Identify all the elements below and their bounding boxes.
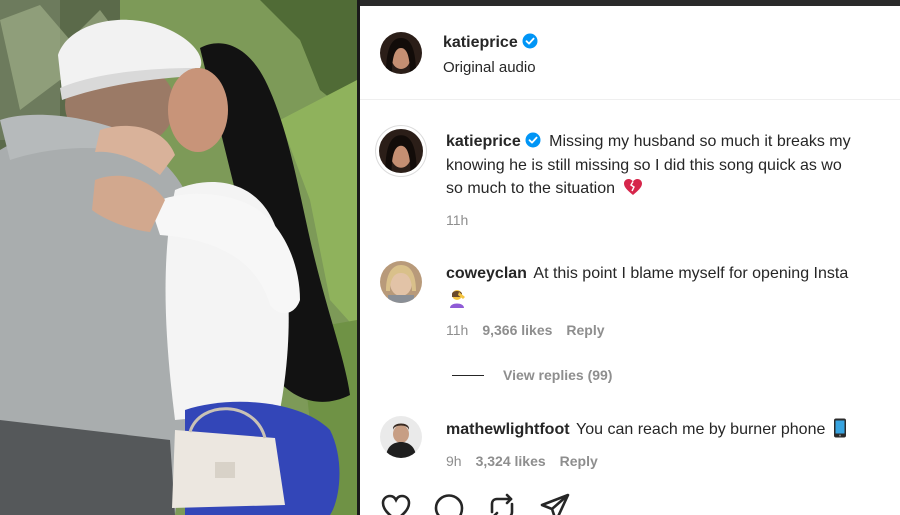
instagram-post-view: katieprice Original audio katieprice Mis… (0, 0, 900, 515)
caption-text-line: Missing my husband so much it breaks my (549, 133, 851, 150)
caption-line-3: so much to the situation (446, 178, 643, 200)
woman-facepalming-icon (448, 288, 468, 313)
comment-meta: 9h 3,324 likes Reply (446, 453, 598, 469)
heart-icon[interactable] (380, 492, 412, 515)
comment-likes[interactable]: 3,324 likes (476, 453, 546, 469)
avatar-photo-icon (380, 416, 422, 458)
comment-likes[interactable]: 9,366 likes (482, 322, 552, 338)
comment-icon[interactable] (433, 492, 465, 515)
caption-username[interactable]: katieprice (446, 133, 521, 150)
verified-badge-icon (525, 132, 541, 148)
author-avatar[interactable] (380, 32, 422, 74)
mobile-phone-icon (833, 418, 846, 438)
author-username-row[interactable]: katieprice (443, 33, 538, 52)
reply-button[interactable]: Reply (560, 453, 598, 469)
caption-text-line: knowing he is still missing so I did thi… (446, 157, 842, 174)
avatar-photo-icon (380, 261, 422, 303)
caption-line-1: katieprice Missing my husband so much it… (446, 131, 851, 153)
audio-label[interactable]: Original audio (443, 59, 536, 76)
comment-text-line: You can reach me by burner phone (576, 421, 826, 438)
post-media-image[interactable] (0, 0, 357, 515)
comment-timestamp[interactable]: 9h (446, 453, 462, 469)
comment-1-line-1: coweyclan At this point I blame myself f… (446, 263, 848, 285)
view-replies-button[interactable]: View replies (99) (503, 367, 612, 383)
comment-avatar[interactable] (380, 416, 422, 458)
comment-timestamp[interactable]: 11h (446, 322, 468, 338)
repost-icon[interactable] (486, 492, 518, 515)
avatar-photo-icon (380, 32, 422, 74)
header-divider (360, 99, 900, 100)
avatar-photo-icon (379, 129, 423, 173)
caption-timestamp[interactable]: 11h (446, 212, 468, 228)
view-replies-line (452, 375, 484, 376)
caption-text-line: so much to the situation (446, 180, 615, 197)
author-username[interactable]: katieprice (443, 34, 518, 51)
comment-username[interactable]: mathewlightfoot (446, 421, 570, 438)
caption-avatar[interactable] (375, 125, 427, 177)
comment-avatar[interactable] (380, 261, 422, 303)
post-sidebar: katieprice Original audio katieprice Mis… (360, 6, 900, 515)
comment-2-line-1: mathewlightfoot You can reach me by burn… (446, 418, 847, 441)
comment-text-line: At this point I blame myself for opening… (533, 265, 849, 282)
comment-username[interactable]: coweyclan (446, 265, 527, 282)
photo-couple-embracing (0, 0, 357, 515)
broken-heart-icon (624, 179, 643, 195)
verified-badge-icon (522, 33, 538, 49)
comment-meta: 11h 9,366 likes Reply (446, 322, 605, 338)
share-icon[interactable] (539, 492, 571, 515)
reply-button[interactable]: Reply (566, 322, 604, 338)
